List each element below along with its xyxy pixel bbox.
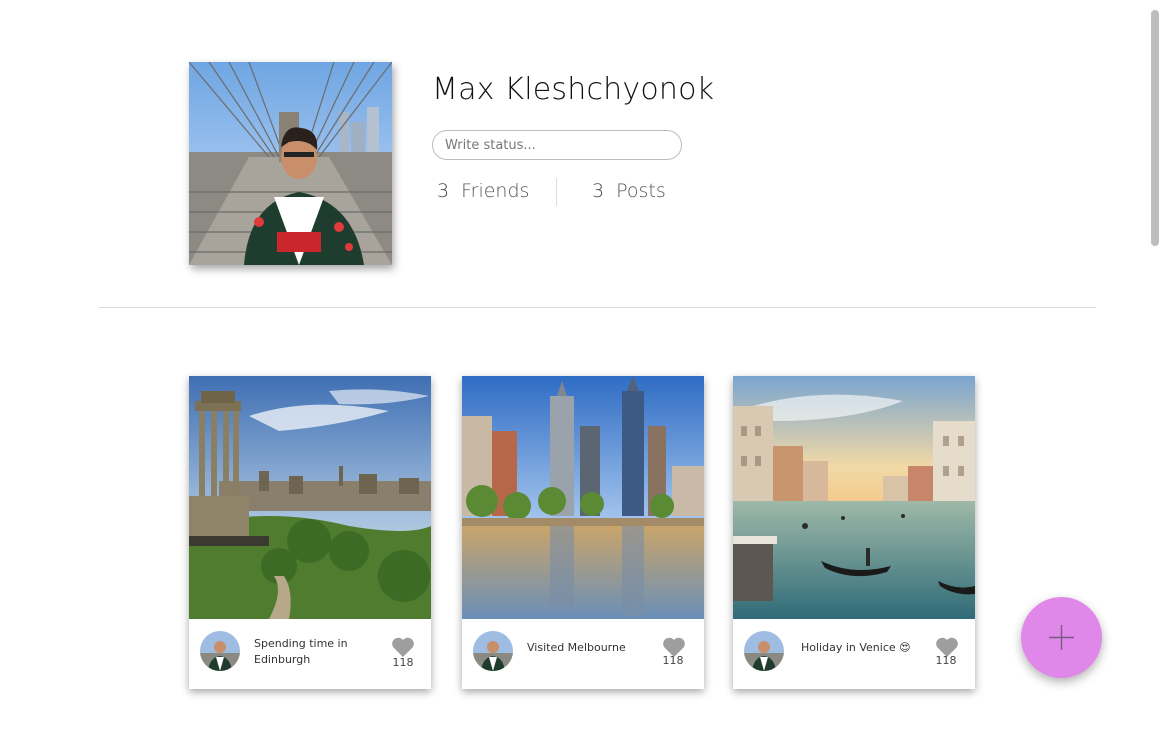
stat-divider [556,178,557,206]
add-post-button[interactable] [1021,597,1102,678]
post-footer: Visited Melbourne 118 [462,619,704,689]
post-footer: Spending time in Edinburgh 118 [189,619,431,689]
post-card[interactable]: Holiday in Venice 😍 118 [733,376,975,689]
profile-photo[interactable] [189,62,392,265]
post-footer: Holiday in Venice 😍 118 [733,619,975,689]
plus-icon [1049,625,1074,650]
posts-count: 3 [592,180,605,202]
like-count: 118 [392,656,414,669]
post-image-melbourne[interactable] [462,376,704,619]
friends-stat[interactable]: 3 Friends [437,180,529,202]
post-author-avatar[interactable] [200,631,240,671]
post-image-edinburgh[interactable] [189,376,431,619]
profile-name: Max Kleshchyonok [432,72,715,107]
post-caption: Visited Melbourne [527,641,626,654]
posts-label: Posts [616,180,666,202]
post-caption: Spending time in Edinburgh [254,637,348,666]
posts-stat[interactable]: 3 Posts [592,180,666,202]
profile-page: Max Kleshchyonok 3 Friends 3 Posts [0,0,1163,750]
scrollbar[interactable] [1147,0,1163,750]
scrollbar-thumb[interactable] [1151,10,1159,246]
friends-count: 3 [437,180,450,202]
like-count: 118 [662,654,684,667]
post-author-avatar[interactable] [744,631,784,671]
post-author-avatar[interactable] [473,631,513,671]
like-count: 118 [935,654,957,667]
post-card[interactable]: Spending time in Edinburgh 118 [189,376,431,689]
heart-icon[interactable] [391,636,415,658]
post-card[interactable]: Visited Melbourne 118 [462,376,704,689]
friends-label: Friends [461,180,530,202]
post-caption: Holiday in Venice 😍 [801,641,911,654]
status-input[interactable] [432,130,682,160]
post-image-venice[interactable] [733,376,975,619]
section-divider [99,307,1096,308]
